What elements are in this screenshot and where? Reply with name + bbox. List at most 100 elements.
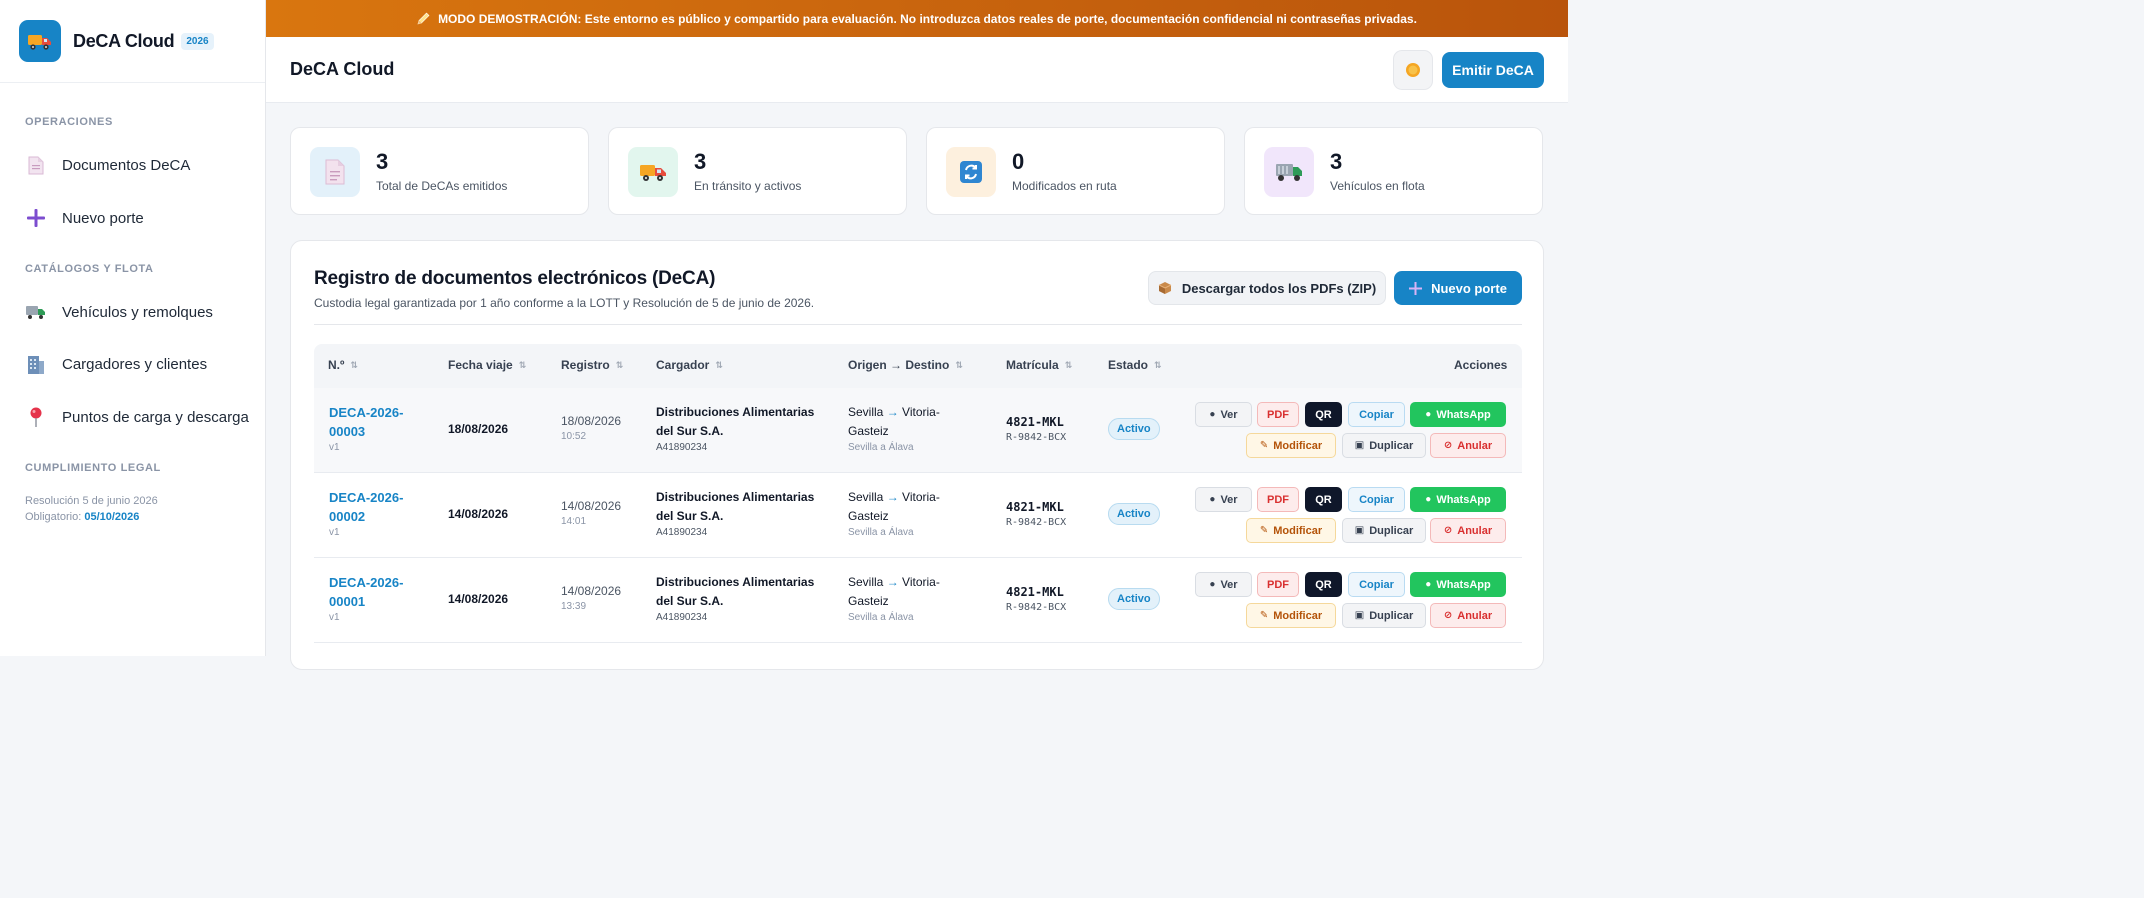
sidebar-item-documentos[interactable]: Documentos DeCA: [25, 154, 190, 176]
legal-deadline: Obligatorio: 05/10/2026: [25, 509, 158, 525]
clipboard-icon: ▣: [1354, 440, 1365, 451]
pdf-button[interactable]: PDF: [1257, 572, 1299, 597]
anular-button[interactable]: ⊘ Anular: [1430, 433, 1506, 458]
matricula-tractor: 4821-MKL: [1006, 500, 1064, 514]
stat-label: Total de DeCAs emitidos: [376, 179, 508, 193]
stat-card-vehiculos: 3 Vehículos en flota: [1244, 127, 1543, 215]
banner-text: Este entorno es público y compartido par…: [584, 11, 1417, 26]
modificar-button[interactable]: ✎ Modificar: [1246, 518, 1336, 543]
stat-value: 0: [1012, 149, 1025, 174]
duplicar-button[interactable]: ▣ Duplicar: [1342, 518, 1426, 543]
status-badge: Activo: [1108, 503, 1160, 525]
qr-button[interactable]: QR: [1305, 572, 1342, 597]
doc-number-link[interactable]: DECA-2026- 00003 v1: [329, 403, 419, 453]
anular-button[interactable]: ⊘ Anular: [1430, 518, 1506, 543]
col-header-acciones: Acciones: [1454, 358, 1508, 372]
qr-button[interactable]: QR: [1305, 402, 1342, 427]
download-zip-button[interactable]: Descargar todos los PDFs (ZIP): [1148, 271, 1386, 305]
banner-strong: MODO DEMOSTRACIÓN:: [438, 11, 582, 26]
ruta-line1: Sevilla → Vitoria-: [848, 573, 968, 592]
emit-deca-button[interactable]: Emitir DeCA: [1442, 52, 1544, 88]
duplicar-button[interactable]: ▣ Duplicar: [1342, 603, 1426, 628]
duplicar-label: Duplicar: [1369, 439, 1414, 452]
col-label: Estado: [1108, 358, 1149, 372]
truck-icon: [25, 301, 47, 323]
whatsapp-label: WhatsApp: [1436, 578, 1491, 591]
ver-label: Ver: [1220, 408, 1238, 421]
ver-label: Ver: [1220, 578, 1238, 591]
cargador: Distribuciones Alimentarias del Sur S.A.…: [656, 403, 826, 453]
whatsapp-button[interactable]: ● WhatsApp: [1410, 487, 1506, 512]
col-header-numero[interactable]: N.º ⇅: [328, 358, 358, 372]
registro-time: 14:01: [561, 516, 587, 527]
sun-icon: [1404, 61, 1422, 79]
new-porte-button[interactable]: Nuevo porte: [1394, 271, 1522, 305]
cargador-line1: Distribuciones Alimentarias: [656, 575, 815, 589]
sort-icon: ⇅: [350, 359, 358, 370]
doc-number-link[interactable]: DECA-2026- 00001 v1: [329, 573, 419, 623]
fecha-viaje: 14/08/2026: [448, 592, 509, 606]
chat-icon: ●: [1425, 494, 1432, 505]
duplicar-button[interactable]: ▣ Duplicar: [1342, 433, 1426, 458]
whatsapp-button[interactable]: ● WhatsApp: [1410, 402, 1506, 427]
modificar-label: Modificar: [1273, 524, 1323, 537]
cargador-line1: Distribuciones Alimentarias: [656, 490, 815, 504]
col-label: Cargador: [656, 358, 710, 372]
legal-deadline-date: 05/10/2026: [84, 511, 140, 523]
sidebar-item-nuevo-porte[interactable]: Nuevo porte: [25, 207, 144, 229]
whatsapp-button[interactable]: ● WhatsApp: [1410, 572, 1506, 597]
cargador: Distribuciones Alimentarias del Sur S.A.…: [656, 488, 826, 538]
cargador-cif: A41890234: [656, 442, 708, 453]
col-header-registro[interactable]: Registro ⇅: [561, 358, 623, 372]
sidebar-item-label: Vehículos y remolques: [62, 303, 213, 321]
ver-button[interactable]: ● Ver: [1195, 487, 1252, 512]
ruta: Sevilla → Vitoria- Gasteiz Sevilla a Ála…: [848, 488, 968, 538]
ver-button[interactable]: ● Ver: [1195, 572, 1252, 597]
brand[interactable]: DeCA Cloud 2026: [0, 0, 265, 83]
modificar-button[interactable]: ✎ Modificar: [1246, 603, 1336, 628]
col-header-estado[interactable]: Estado ⇅: [1108, 358, 1162, 372]
doc-number-line1: DECA-2026-: [329, 490, 404, 505]
cargador: Distribuciones Alimentarias del Sur S.A.…: [656, 573, 826, 623]
anular-button[interactable]: ⊘ Anular: [1430, 603, 1506, 628]
col-header-fecha[interactable]: Fecha viaje ⇅: [448, 358, 526, 372]
col-header-ruta[interactable]: Origen → Destino ⇅: [848, 358, 963, 372]
modificar-label: Modificar: [1273, 439, 1323, 452]
registro-date: 14/08/2026: [561, 499, 622, 513]
stat-card-modificados: 0 Modificados en ruta: [926, 127, 1225, 215]
pdf-button[interactable]: PDF: [1257, 402, 1299, 427]
refresh-icon: [946, 147, 996, 197]
pin-icon: [25, 406, 47, 428]
cargador-line2: del Sur S.A.: [656, 424, 724, 438]
cancel-icon: ⊘: [1443, 610, 1453, 621]
copiar-button[interactable]: Copiar: [1348, 572, 1405, 597]
sort-icon: ⇅: [1064, 359, 1073, 370]
col-header-matricula[interactable]: Matrícula ⇅: [1006, 358, 1072, 372]
col-header-cargador[interactable]: Cargador ⇅: [656, 358, 723, 372]
section-title-catalogos: CATÁLOGOS Y FLOTA: [25, 263, 154, 275]
estado: Activo: [1108, 418, 1160, 440]
ver-button[interactable]: ● Ver: [1195, 402, 1252, 427]
sidebar-item-label: Puntos de carga y descarga: [62, 408, 249, 426]
sidebar-item-cargadores[interactable]: Cargadores y clientes: [25, 353, 207, 375]
sidebar-item-vehiculos[interactable]: Vehículos y remolques: [25, 301, 213, 323]
copiar-button[interactable]: Copiar: [1348, 402, 1405, 427]
duplicar-label: Duplicar: [1369, 609, 1414, 622]
doc-number-link[interactable]: DECA-2026- 00002 v1: [329, 488, 419, 538]
qr-button[interactable]: QR: [1305, 487, 1342, 512]
destino: Vitoria-: [902, 405, 940, 419]
pdf-button[interactable]: PDF: [1257, 487, 1299, 512]
plus-icon: [25, 207, 47, 229]
stat-label: Modificados en ruta: [1012, 179, 1117, 193]
stat-card-transito: 3 En tránsito y activos: [608, 127, 907, 215]
sidebar-item-puntos[interactable]: Puntos de carga y descarga: [25, 406, 249, 428]
theme-toggle-button[interactable]: [1393, 50, 1433, 90]
anular-label: Anular: [1457, 524, 1493, 537]
cargador-cif: A41890234: [656, 612, 708, 623]
truck-logo-icon: [19, 20, 61, 62]
copiar-button[interactable]: Copiar: [1348, 487, 1405, 512]
matricula: 4821-MKL R-9842-BCX: [1006, 585, 1066, 613]
modificar-button[interactable]: ✎ Modificar: [1246, 433, 1336, 458]
matricula: 4821-MKL R-9842-BCX: [1006, 500, 1066, 528]
table-row: DECA-2026- 00002 v1 14/08/2026 14/08/202…: [314, 473, 1522, 558]
